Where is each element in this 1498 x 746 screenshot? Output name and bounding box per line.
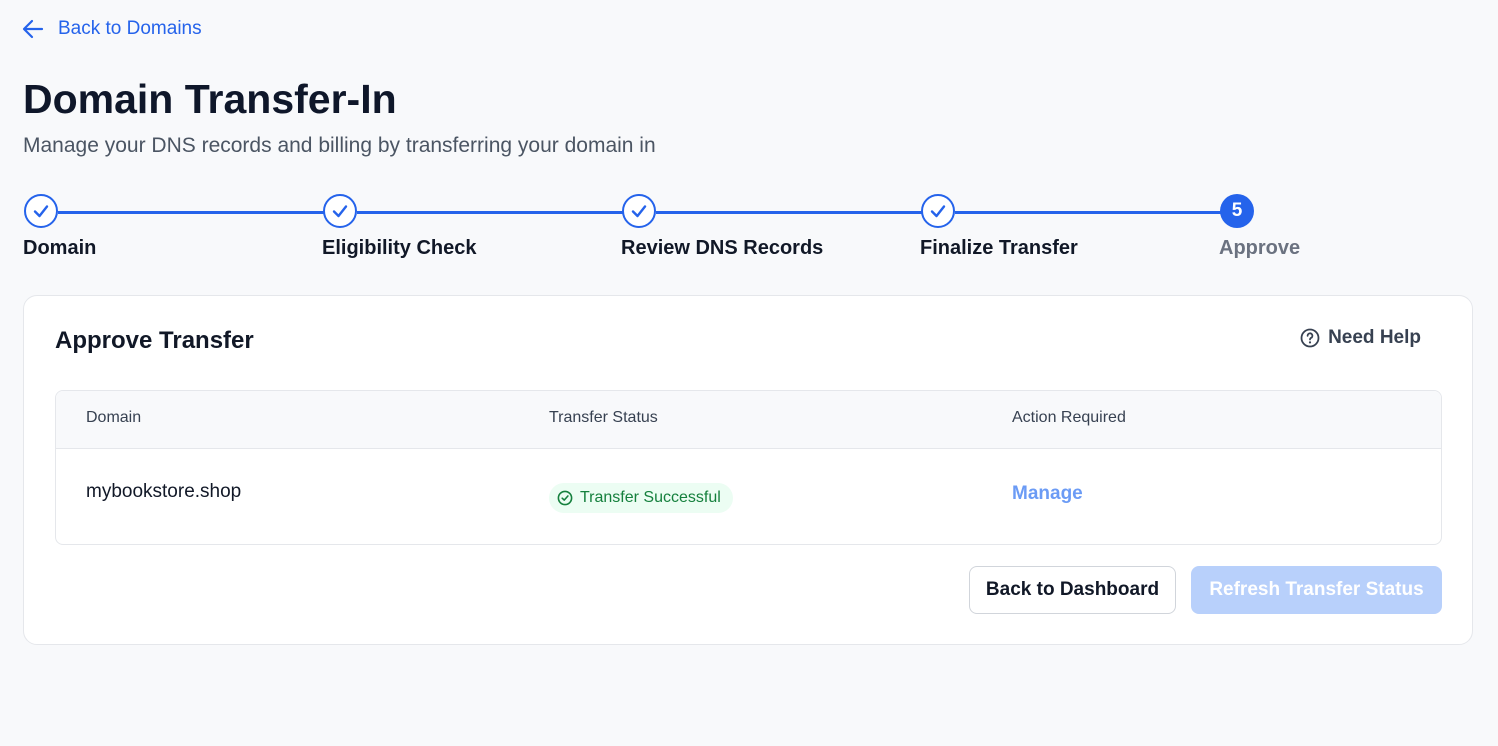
column-header-domain: Domain bbox=[86, 409, 142, 426]
step-label-finalize-transfer[interactable]: Finalize Transfer bbox=[920, 237, 1078, 260]
approve-transfer-card: Approve Transfer Need Help Domain Transf… bbox=[23, 295, 1473, 645]
transfer-table: Domain Transfer Status Action Required m… bbox=[55, 390, 1442, 545]
card-title: Approve Transfer bbox=[55, 327, 254, 354]
step-3-check-icon[interactable] bbox=[622, 194, 656, 228]
status-badge-label: Transfer Successful bbox=[580, 489, 721, 506]
page-title: Domain Transfer-In bbox=[23, 76, 397, 122]
step-connector bbox=[58, 211, 324, 214]
column-header-transfer-status: Transfer Status bbox=[549, 409, 658, 426]
refresh-transfer-status-button[interactable]: Refresh Transfer Status bbox=[1191, 566, 1442, 614]
column-header-action-required: Action Required bbox=[1012, 409, 1126, 426]
step-connector bbox=[656, 211, 922, 214]
step-4-check-icon[interactable] bbox=[921, 194, 955, 228]
domain-cell: mybookstore.shop bbox=[86, 481, 242, 502]
arrow-left-icon bbox=[22, 19, 44, 39]
step-label-eligibility-check[interactable]: Eligibility Check bbox=[322, 237, 476, 260]
step-2-check-icon[interactable] bbox=[323, 194, 357, 228]
step-5-number[interactable]: 5 bbox=[1220, 194, 1254, 228]
step-label-domain[interactable]: Domain bbox=[23, 237, 96, 260]
step-connector bbox=[955, 211, 1221, 214]
back-to-dashboard-button[interactable]: Back to Dashboard bbox=[969, 566, 1176, 614]
manage-link[interactable]: Manage bbox=[1012, 483, 1083, 505]
page-subtitle: Manage your DNS records and billing by t… bbox=[23, 134, 656, 157]
table-header: Domain Transfer Status Action Required bbox=[56, 391, 1441, 449]
question-circle-icon bbox=[1300, 328, 1320, 348]
step-connector bbox=[357, 211, 623, 214]
need-help-label: Need Help bbox=[1328, 327, 1421, 348]
step-label-approve[interactable]: Approve bbox=[1219, 237, 1300, 260]
need-help-link[interactable]: Need Help bbox=[1300, 327, 1421, 349]
step-1-check-icon[interactable] bbox=[24, 194, 58, 228]
back-link-label: Back to Domains bbox=[58, 18, 202, 39]
status-badge: Transfer Successful bbox=[549, 483, 733, 513]
back-to-domains-link[interactable]: Back to Domains bbox=[22, 18, 202, 40]
check-circle-icon bbox=[557, 490, 573, 506]
step-label-review-dns-records[interactable]: Review DNS Records bbox=[621, 237, 823, 260]
